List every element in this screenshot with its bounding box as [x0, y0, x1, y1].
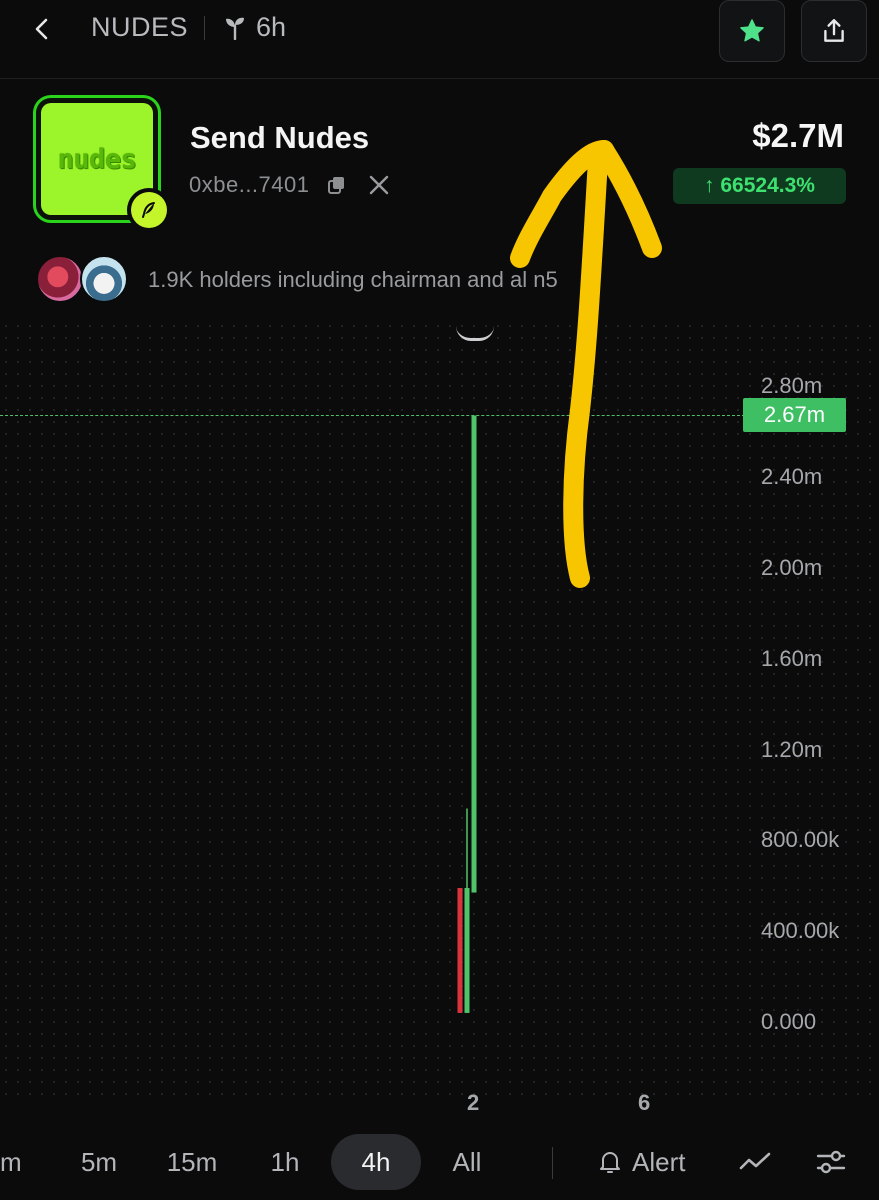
x-axis-tick: 2 [467, 1090, 480, 1115]
y-axis-tick: 400.00k [761, 918, 840, 943]
y-axis-tick: 800.00k [761, 827, 840, 852]
timeframe-all[interactable]: All [434, 1134, 500, 1190]
top-bar: NUDES 6h [0, 0, 879, 79]
timeframe-1h[interactable]: 1h [252, 1134, 318, 1190]
contract-address[interactable]: 0xbe...7401 [189, 172, 309, 198]
chevron-left-icon [35, 18, 48, 40]
market-cap: $2.7M [752, 117, 844, 154]
token-symbol: NUDES [91, 12, 189, 42]
y-axis-tick: 1.60m [761, 646, 823, 671]
price-chart[interactable] [0, 320, 879, 1100]
divider [552, 1147, 553, 1179]
share-icon [824, 19, 844, 42]
token-logo-text: nudes [57, 143, 137, 175]
token-age: 6h [256, 12, 287, 42]
y-axis-tick: 0.000 [761, 1009, 817, 1034]
alert-button[interactable]: Alert [598, 1134, 685, 1190]
current-price-line [0, 415, 745, 416]
bell-icon [600, 1152, 620, 1173]
copy-icon[interactable] [327, 175, 347, 195]
launchpad-badge [127, 188, 171, 232]
star-icon [740, 19, 764, 42]
divider [204, 16, 205, 40]
share-button[interactable] [801, 0, 867, 62]
back-button[interactable] [28, 12, 58, 46]
timeframe-4h[interactable]: 4h [331, 1134, 421, 1190]
x-twitter-icon[interactable] [368, 174, 390, 196]
token-name: Send Nudes [190, 120, 370, 155]
y-axis-tick: 1.20m [761, 737, 823, 762]
timeframe-1m[interactable]: m [0, 1134, 30, 1190]
alert-label: Alert [632, 1146, 686, 1177]
current-price-tag: 2.67m [743, 398, 846, 432]
x-axis-tick: 6 [638, 1090, 651, 1115]
timeframe-5m[interactable]: 5m [64, 1134, 134, 1190]
timeframe-bar: m 5m 15m 1h 4h All Alert [0, 1134, 879, 1194]
holder-avatar [80, 255, 128, 303]
y-axis-tick: 2.40m [761, 464, 823, 489]
favorite-button[interactable] [719, 0, 785, 62]
y-axis-tick: 2.00m [761, 555, 823, 580]
sprout-icon [226, 17, 244, 40]
holders-summary[interactable]: 1.9K holders including chairman and al n… [148, 267, 558, 293]
timeframe-15m[interactable]: 15m [152, 1134, 232, 1190]
feather-icon [142, 202, 155, 218]
chart-type-line-icon[interactable] [739, 1148, 771, 1176]
chart-settings-sliders-icon[interactable] [815, 1148, 847, 1176]
y-axis-tick: 2.80m [761, 373, 823, 398]
price-change-badge: ↑ 66524.3% [673, 168, 846, 204]
holder-avatar [36, 255, 84, 303]
